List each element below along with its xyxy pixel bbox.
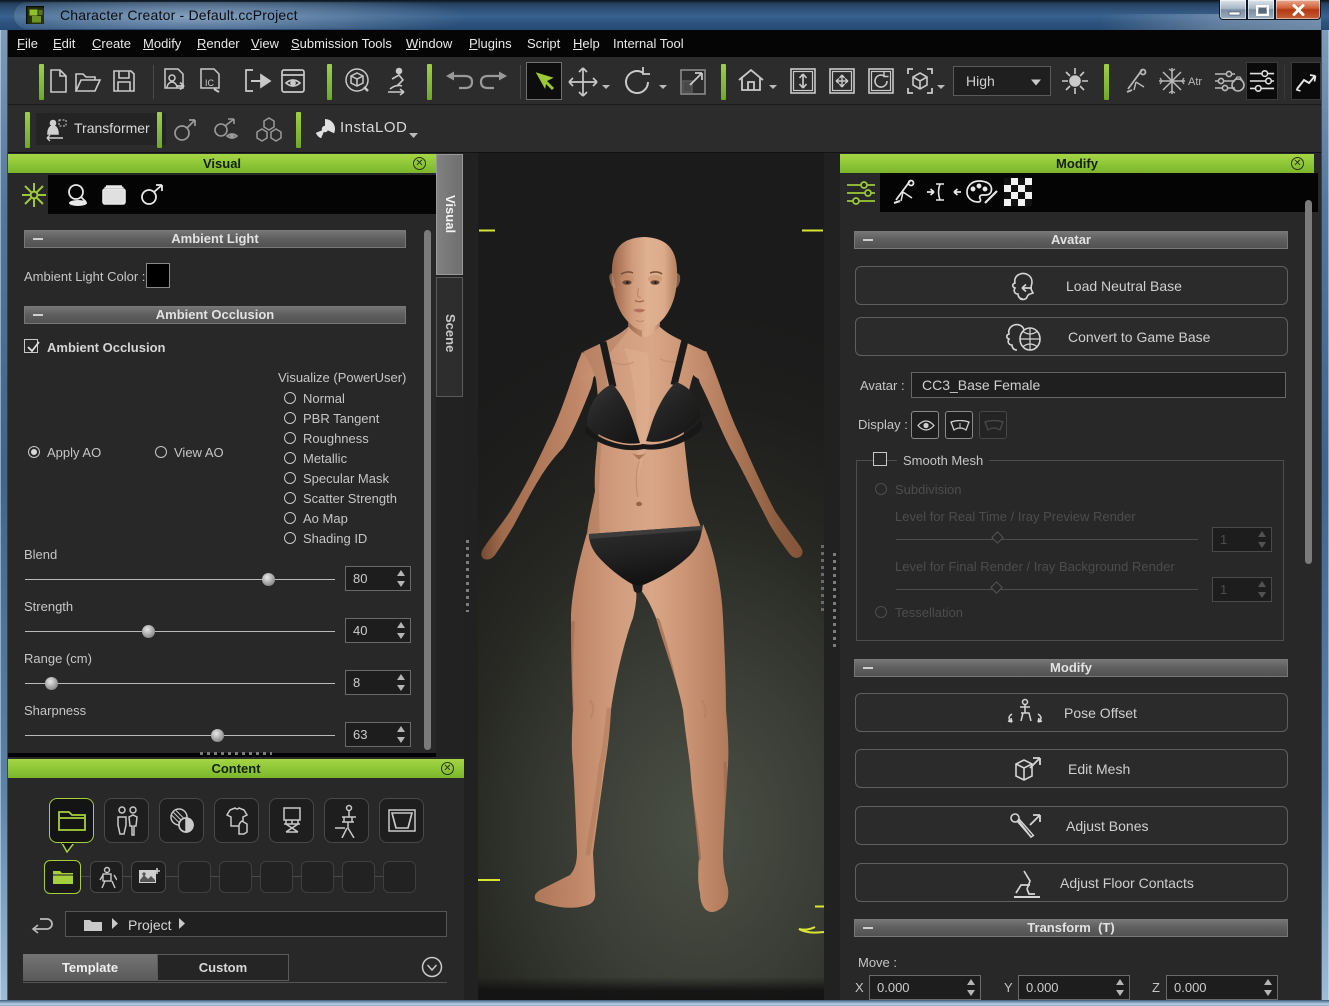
svg-text:IC: IC: [205, 78, 215, 88]
svg-text:Atr: Atr: [1188, 76, 1202, 88]
